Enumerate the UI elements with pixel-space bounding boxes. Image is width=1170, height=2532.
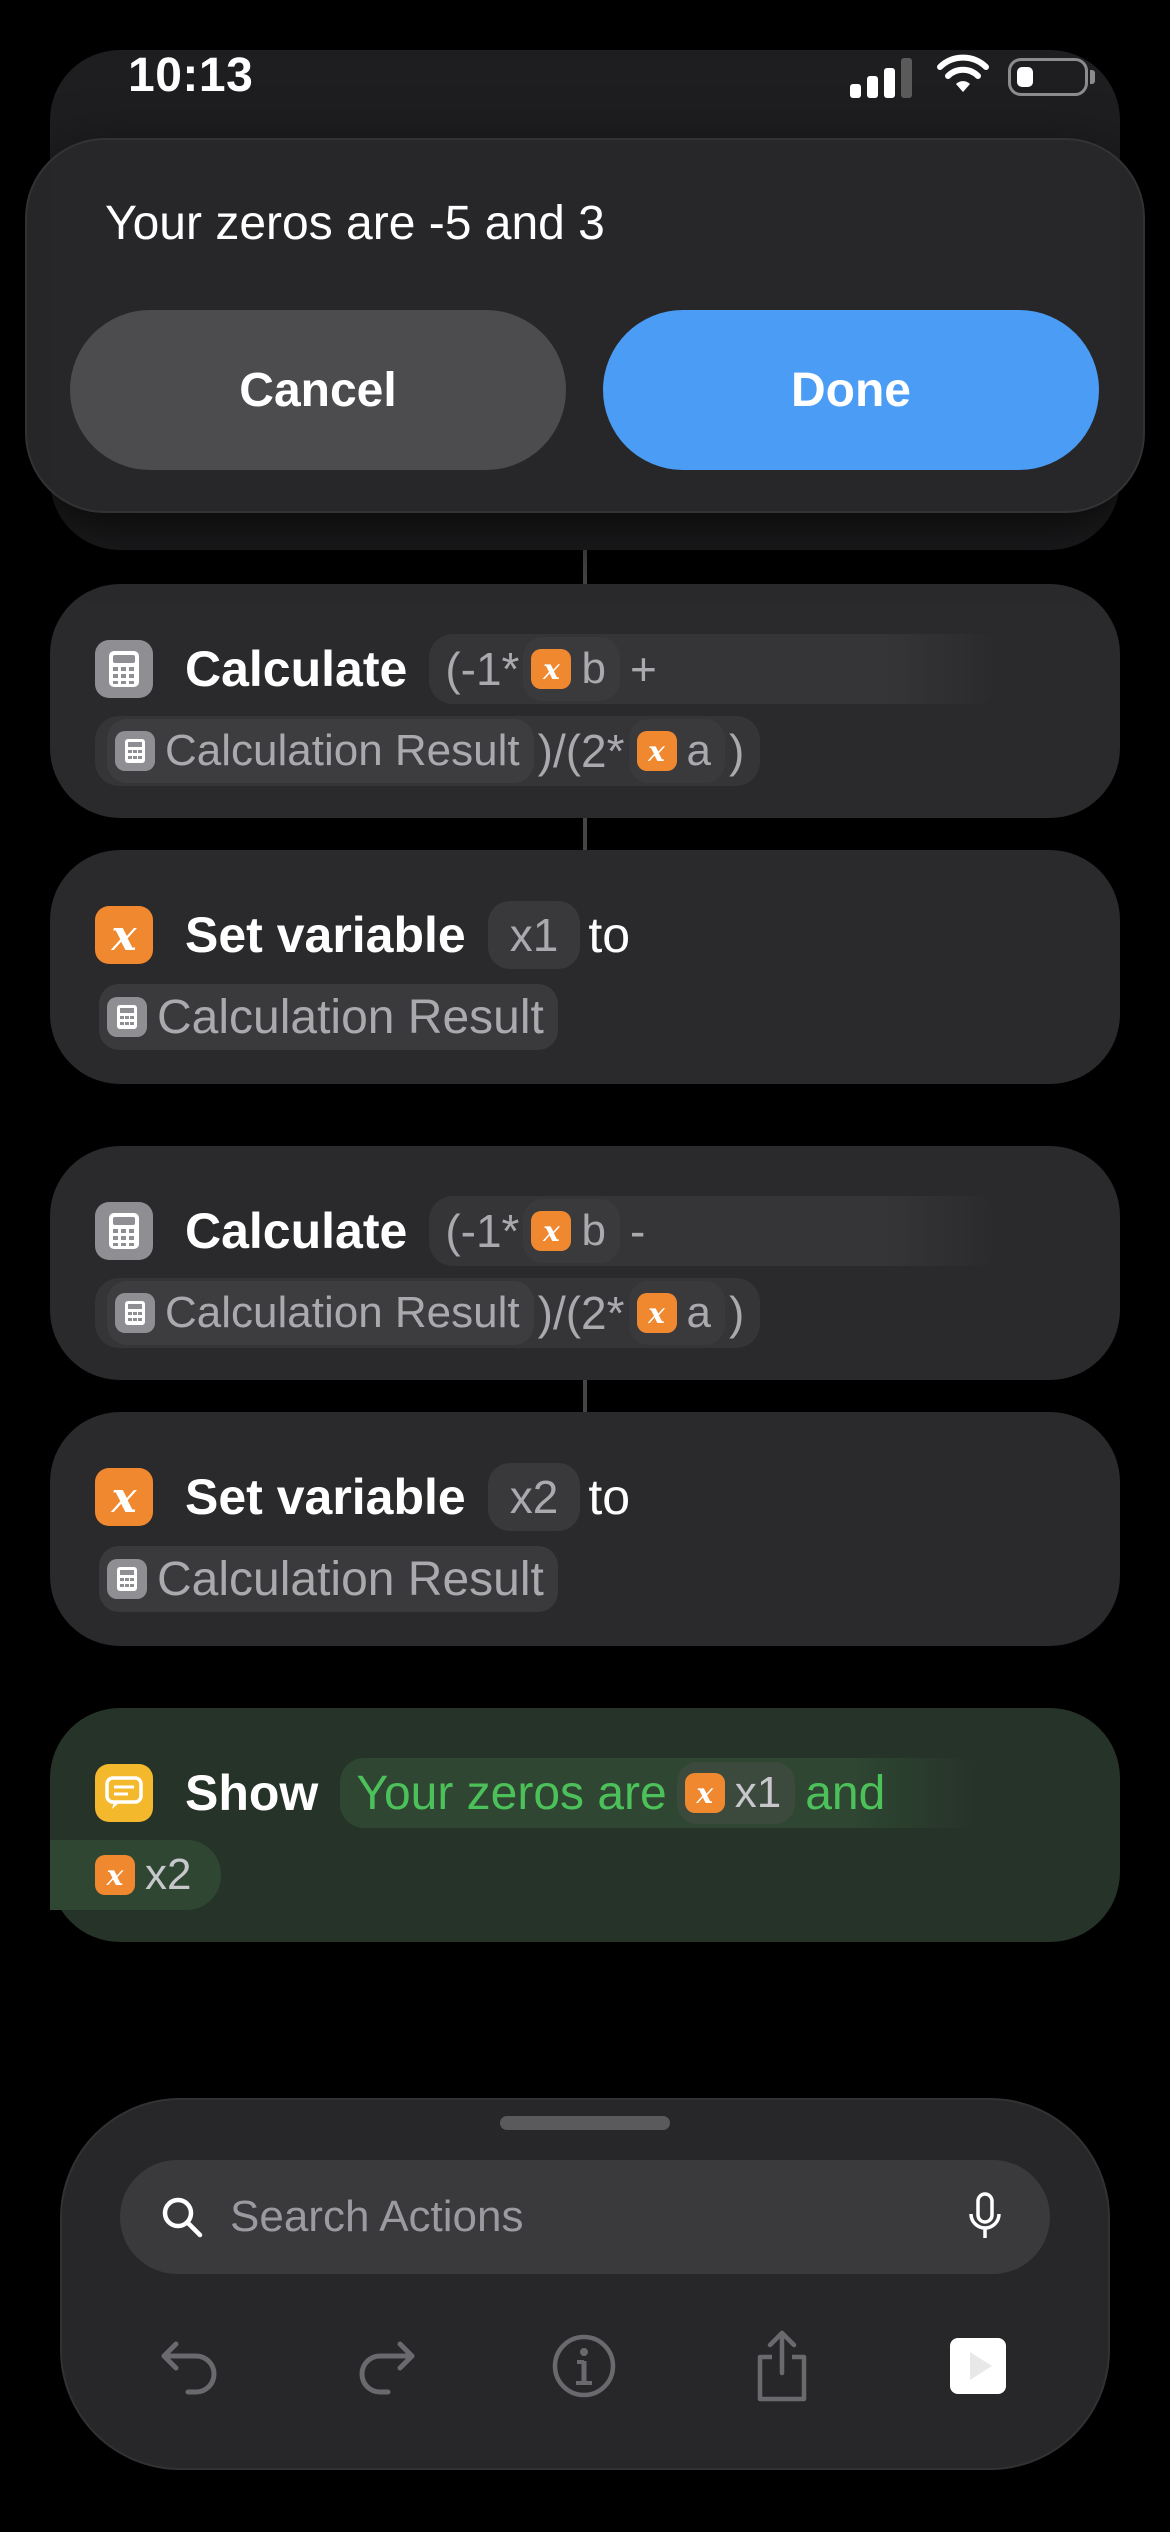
battery-cap	[1090, 70, 1095, 84]
variable-name: x1	[734, 1768, 782, 1817]
variable-icon: x	[95, 1468, 153, 1526]
show-result-icon	[95, 1764, 153, 1822]
info-button[interactable]	[546, 2328, 622, 2404]
search-bar[interactable]	[120, 2160, 1050, 2274]
expression-field-line2[interactable]: Calculation Result )/(2* x a )	[95, 1278, 761, 1348]
alert-message: Your zeros are -5 and 3	[105, 197, 605, 250]
variable-icon: x	[636, 1293, 677, 1333]
microphone-icon[interactable]	[968, 2192, 1002, 2242]
action-verb: Set variable	[185, 1469, 466, 1525]
calculation-result-token[interactable]: Calculation Result	[99, 984, 558, 1050]
action-verb: Set variable	[185, 907, 466, 963]
calculator-icon	[107, 997, 147, 1037]
show-text-field[interactable]: Your zeros are x x1 and	[340, 1758, 981, 1828]
variable-name-field[interactable]: x1	[487, 901, 581, 969]
expression-text: )	[729, 725, 745, 777]
calculator-icon	[95, 640, 153, 698]
variable-token-b[interactable]: x b	[523, 637, 620, 701]
cellular-signal-icon	[850, 58, 914, 98]
search-input[interactable]	[230, 2192, 968, 2242]
calculate-action-1[interactable]: Calculate (-1* x b + Calculation Result …	[50, 584, 1120, 818]
variable-token-b[interactable]: x b	[523, 1199, 620, 1263]
redo-icon	[359, 2341, 415, 2395]
token-label: Calculation Result	[165, 1288, 520, 1337]
variable-icon: x	[95, 1855, 135, 1895]
variable-name: x2	[145, 1850, 192, 1899]
variable-icon: x	[95, 906, 153, 964]
connector	[583, 1378, 587, 1414]
variable-name: b	[581, 1206, 606, 1255]
panel-grabber[interactable]	[500, 2116, 670, 2130]
expression-text: (-1*	[445, 643, 520, 695]
cancel-button[interactable]: Cancel	[70, 310, 566, 470]
expression-field-line2[interactable]: Calculation Result )/(2* x a )	[95, 716, 761, 786]
battery-icon	[1008, 58, 1088, 96]
variable-name: a	[686, 1288, 712, 1337]
status-time: 10:13	[128, 49, 254, 102]
share-icon	[757, 2330, 807, 2402]
run-button[interactable]	[940, 2328, 1016, 2404]
share-button[interactable]	[744, 2328, 820, 2404]
token-label: Calculation Result	[157, 990, 544, 1044]
operator-text: -	[629, 1205, 646, 1257]
variable-token-x2[interactable]: x x2	[95, 1844, 205, 1906]
show-text: and	[805, 1766, 886, 1820]
status-bar: 10:13	[0, 0, 1170, 150]
show-text: Your zeros are	[356, 1766, 667, 1820]
calculator-icon	[95, 1202, 153, 1260]
variable-name: b	[581, 644, 606, 693]
token-label: Calculation Result	[157, 1552, 544, 1606]
variable-name-field[interactable]: x2	[487, 1463, 581, 1531]
variable-icon: x	[636, 731, 677, 771]
calculator-icon	[115, 731, 155, 771]
variable-token-a[interactable]: x a	[628, 1281, 726, 1345]
expression-text: )/(2*	[537, 1287, 625, 1339]
result-alert: Your zeros are -5 and 3 Cancel Done	[25, 138, 1145, 513]
token-label: Calculation Result	[165, 726, 520, 775]
to-label: to	[588, 907, 631, 963]
done-button[interactable]: Done	[603, 310, 1099, 470]
wifi-icon	[937, 54, 989, 92]
expression-field[interactable]: (-1* x b +	[429, 634, 1000, 704]
info-icon	[552, 2334, 616, 2398]
action-verb: Calculate	[185, 1203, 408, 1259]
calculator-icon	[115, 1293, 155, 1333]
expression-text: (-1*	[445, 1205, 520, 1257]
undo-button[interactable]	[152, 2328, 228, 2404]
variable-token-x1[interactable]: x x1	[676, 1762, 796, 1824]
expression-field[interactable]: (-1* x b -	[429, 1196, 1000, 1266]
connector	[583, 818, 587, 852]
to-label: to	[588, 1469, 631, 1525]
action-search-panel	[60, 2098, 1110, 2470]
search-icon	[162, 2197, 203, 2238]
variable-icon: x	[684, 1773, 725, 1813]
variable-icon: x	[531, 649, 572, 689]
expression-text: )/(2*	[537, 725, 625, 777]
connector	[583, 550, 587, 586]
show-text-field-line2[interactable]: x x2	[50, 1840, 222, 1910]
set-variable-action-2[interactable]: x Set variable x2 to Calculation Result	[50, 1412, 1120, 1646]
calculation-result-token[interactable]: Calculation Result	[107, 1281, 534, 1345]
calculator-icon	[107, 1559, 147, 1599]
undo-icon	[161, 2341, 217, 2395]
redo-button[interactable]	[348, 2328, 424, 2404]
show-result-action[interactable]: Show Your zeros are x x1 and x x2	[50, 1708, 1120, 1942]
calculate-action-2[interactable]: Calculate (-1* x b - Calculation Result …	[50, 1146, 1120, 1380]
variable-token-a[interactable]: x a	[628, 719, 726, 783]
play-icon	[950, 2338, 1006, 2394]
calculation-result-token[interactable]: Calculation Result	[99, 1546, 558, 1612]
editor-toolbar	[60, 2316, 1110, 2416]
expression-text: )	[729, 1287, 745, 1339]
operator-text: +	[629, 643, 657, 695]
calculation-result-token[interactable]: Calculation Result	[107, 719, 534, 783]
action-verb: Show	[185, 1765, 319, 1821]
action-verb: Calculate	[185, 641, 408, 697]
set-variable-action-1[interactable]: x Set variable x1 to Calculation Result	[50, 850, 1120, 1084]
variable-icon: x	[531, 1211, 572, 1251]
variable-name: a	[686, 726, 712, 775]
